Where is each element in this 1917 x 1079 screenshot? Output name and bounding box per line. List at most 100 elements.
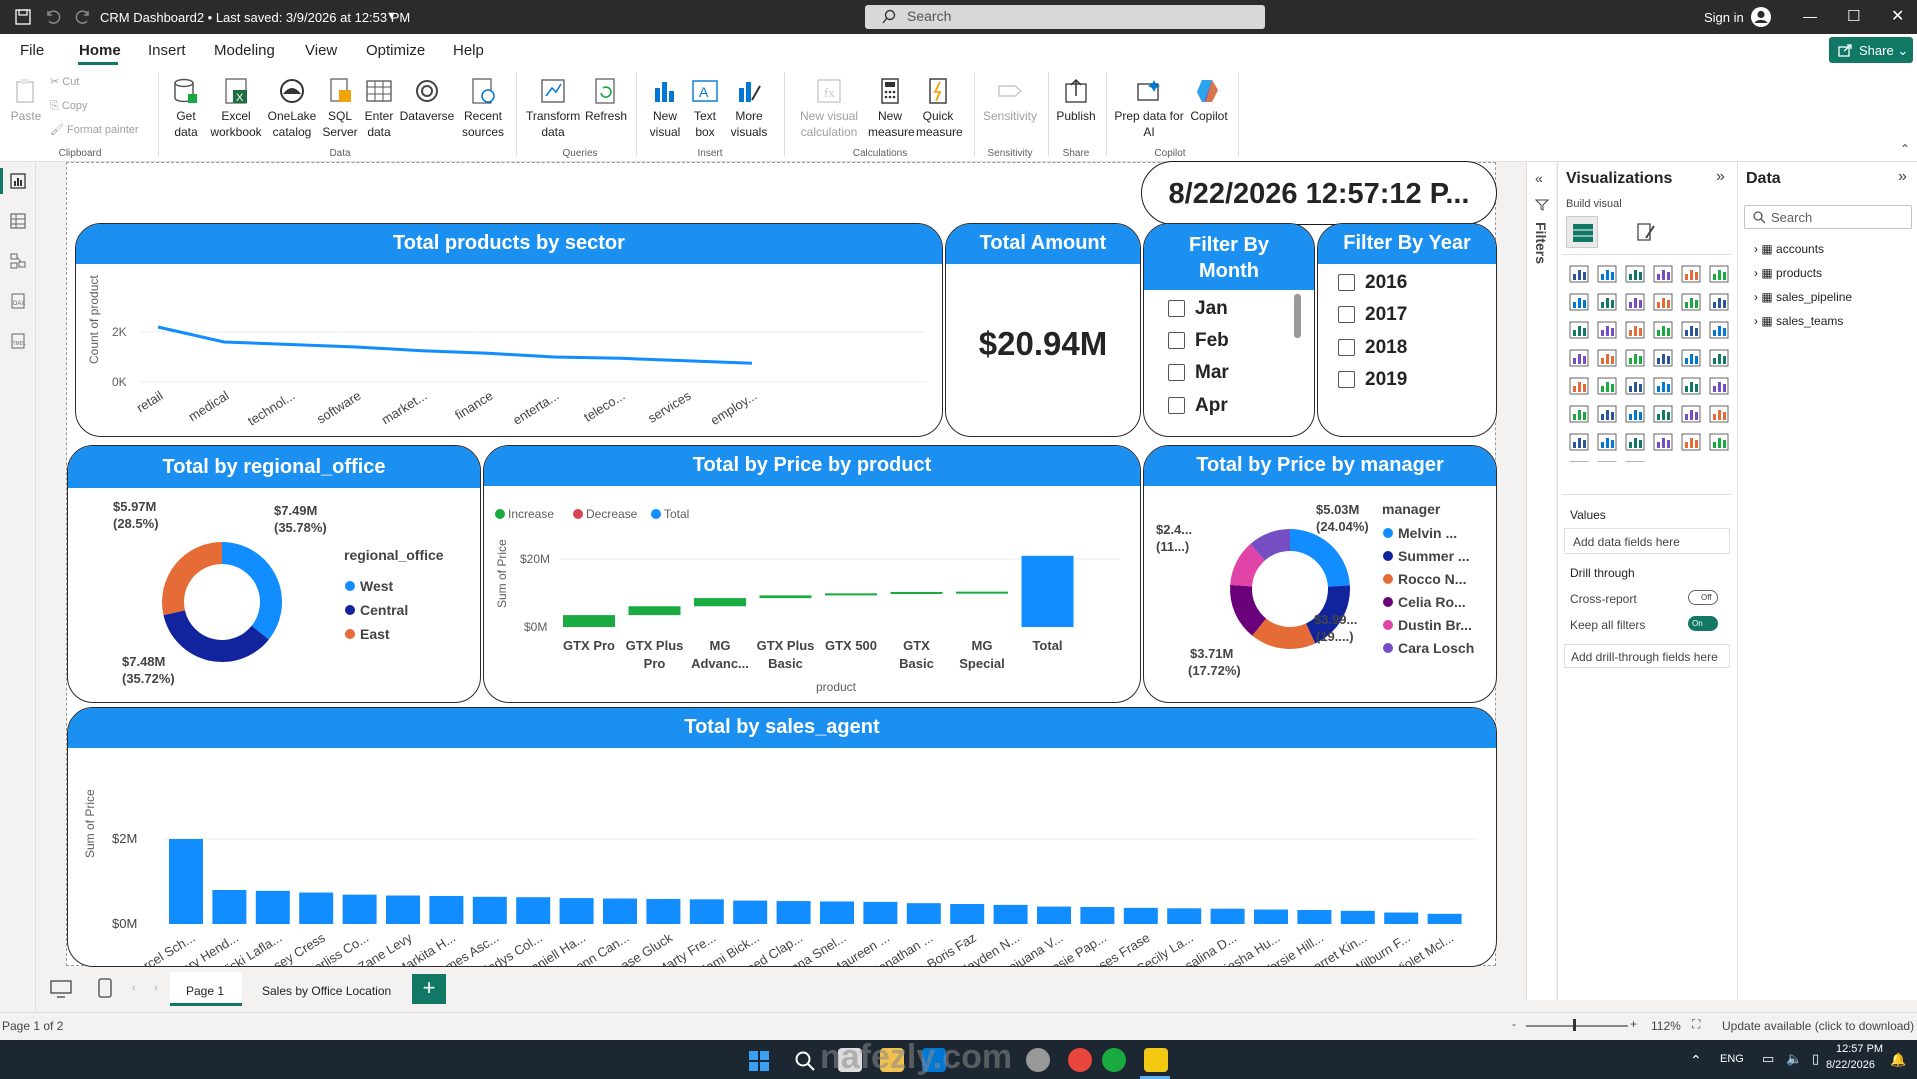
table-sales-teams[interactable]: › ▦ sales_teams (1754, 314, 1843, 328)
agent-bar[interactable] (863, 901, 898, 924)
visual-type-icon[interactable] (1569, 405, 1589, 423)
agent-bar[interactable] (646, 898, 681, 924)
donut-slice[interactable] (163, 610, 269, 662)
visual-type-icon[interactable] (1709, 265, 1729, 283)
quick-measure-button[interactable]: Quick measure (916, 72, 963, 140)
new-visual-calculation-button[interactable]: fx New visual calculation (794, 72, 864, 140)
visual-type-icon[interactable] (1681, 377, 1701, 395)
visual-type-icon[interactable] (1597, 321, 1617, 339)
search-input[interactable]: Search (865, 5, 1265, 29)
visual-type-icon[interactable] (1597, 433, 1617, 451)
copilot-button[interactable]: Copilot (1188, 72, 1230, 124)
visual-type-icon[interactable] (1625, 321, 1645, 339)
visual-type-icon[interactable] (1625, 349, 1645, 367)
visual-type-icon[interactable] (1569, 265, 1589, 283)
year-option[interactable]: 2017 (1338, 304, 1407, 326)
visual-types-grid[interactable]: ··· (1564, 262, 1734, 462)
agent-bar[interactable] (212, 890, 247, 924)
report-view-icon[interactable] (9, 172, 27, 190)
visual-type-icon[interactable] (1709, 405, 1729, 423)
visual-type-icon[interactable] (1569, 433, 1589, 451)
new-measure-button[interactable]: New measure (868, 72, 915, 140)
chrome-icon[interactable] (1102, 1048, 1126, 1072)
checkbox[interactable] (1168, 397, 1185, 415)
search-icon[interactable] (794, 1050, 816, 1072)
visual-type-icon[interactable] (1681, 321, 1701, 339)
menu-view[interactable]: View (305, 42, 337, 59)
increase-bar[interactable] (890, 591, 943, 594)
sign-in-link[interactable]: Sign in (1704, 10, 1744, 25)
dax-query-view-icon[interactable]: DAX (9, 292, 27, 310)
legend-item[interactable]: Increase (508, 507, 554, 521)
excel-workbook-button[interactable]: X Excel workbook (210, 72, 262, 140)
donut-slice[interactable] (222, 542, 282, 640)
tab-page-1[interactable]: Page 1 (170, 972, 242, 1006)
legend-item[interactable]: Dustin Br... (1398, 617, 1472, 633)
visual-type-icon[interactable] (1625, 265, 1645, 283)
legend-item[interactable]: Central (360, 602, 408, 618)
agent-bar[interactable] (1037, 906, 1071, 924)
visual-type-icon[interactable] (1653, 405, 1673, 423)
regional-office-card[interactable]: Total by regional_office $5.97M (28.5%) … (67, 445, 481, 703)
increase-bar[interactable] (825, 593, 877, 596)
visual-type-icon[interactable] (1681, 405, 1701, 423)
visual-type-icon[interactable] (1653, 433, 1673, 451)
month-option[interactable]: Mar (1168, 362, 1229, 384)
cut-button[interactable]: ✂ Cut (50, 74, 79, 90)
filter-by-year-slicer[interactable]: Filter By Year 2016 2017 2018 2019 (1317, 223, 1497, 437)
visual-type-icon[interactable] (1709, 377, 1729, 395)
checkbox[interactable] (1168, 332, 1185, 350)
undo-icon[interactable] (42, 6, 64, 28)
visual-type-icon[interactable] (1653, 321, 1673, 339)
onelake-catalog-button[interactable]: OneLake catalog (266, 72, 318, 140)
tab-sales-by-office-location[interactable]: Sales by Office Location (250, 972, 406, 1006)
agent-bar[interactable] (429, 895, 464, 924)
prep-data-for-ai-button[interactable]: Prep data for AI (1112, 72, 1186, 140)
agent-bar[interactable] (386, 895, 420, 924)
scrollbar-thumb[interactable] (1294, 294, 1301, 338)
checkbox[interactable] (1338, 339, 1355, 357)
checkbox[interactable] (1338, 274, 1355, 292)
month-option[interactable]: Feb (1168, 330, 1229, 352)
data-search-input[interactable]: Search (1744, 205, 1912, 229)
total-bar[interactable] (1021, 555, 1074, 627)
paste-button[interactable]: Paste (8, 72, 44, 124)
legend-item[interactable]: Melvin ... (1398, 525, 1457, 541)
checkbox[interactable] (1338, 306, 1355, 324)
year-option[interactable]: 2018 (1338, 337, 1407, 359)
agent-bar[interactable] (1080, 907, 1115, 924)
new-visual-button[interactable]: New visual (646, 72, 684, 140)
recent-sources-button[interactable]: Recent sources (460, 72, 506, 140)
collapse-pane-icon[interactable]: » (1716, 168, 1725, 186)
sales-agent-card[interactable]: Total by sales_agent Sum of Price $2M $0… (67, 707, 1497, 967)
visual-type-icon[interactable] (1569, 293, 1589, 311)
month-option[interactable]: Apr (1168, 395, 1228, 417)
agent-bar[interactable] (1167, 908, 1202, 924)
menu-optimize[interactable]: Optimize (366, 42, 425, 59)
agent-bar[interactable] (516, 897, 551, 924)
close-icon[interactable]: ✕ (1891, 6, 1904, 26)
agent-bar[interactable] (906, 903, 941, 924)
text-box-button[interactable]: A Text box (688, 72, 722, 140)
drill-through-drop-zone[interactable]: Add drill-through fields here (1564, 644, 1730, 668)
increase-bar[interactable] (759, 595, 812, 599)
legend-item[interactable]: Cara Losch (1398, 640, 1474, 656)
visual-type-icon[interactable] (1709, 433, 1729, 451)
windows-start-icon[interactable] (748, 1050, 770, 1072)
agent-bar[interactable] (299, 892, 334, 924)
dataverse-button[interactable]: Dataverse (398, 72, 456, 124)
table-products[interactable]: › ▦ products (1754, 266, 1822, 280)
visual-type-icon[interactable] (1681, 349, 1701, 367)
zoom-in-icon[interactable]: + (1630, 1017, 1637, 1031)
table-view-icon[interactable] (9, 212, 27, 230)
visual-type-icon[interactable] (1625, 405, 1645, 423)
clock-date[interactable]: 8/22/2026 (1826, 1059, 1875, 1071)
window-title[interactable]: CRM Dashboard2 • Last saved: 3/9/2026 at… (100, 10, 410, 25)
menu-insert[interactable]: Insert (148, 42, 186, 59)
total-amount-card[interactable]: Total Amount $20.94M (945, 223, 1141, 437)
increase-bar[interactable] (563, 615, 615, 627)
collapse-ribbon-icon[interactable]: ⌃ (1900, 142, 1910, 156)
enter-data-button[interactable]: Enter data (362, 72, 396, 140)
line-chart[interactable]: Count of product 2K 0K retail medical tech… (76, 264, 943, 436)
model-view-icon[interactable] (9, 252, 27, 270)
